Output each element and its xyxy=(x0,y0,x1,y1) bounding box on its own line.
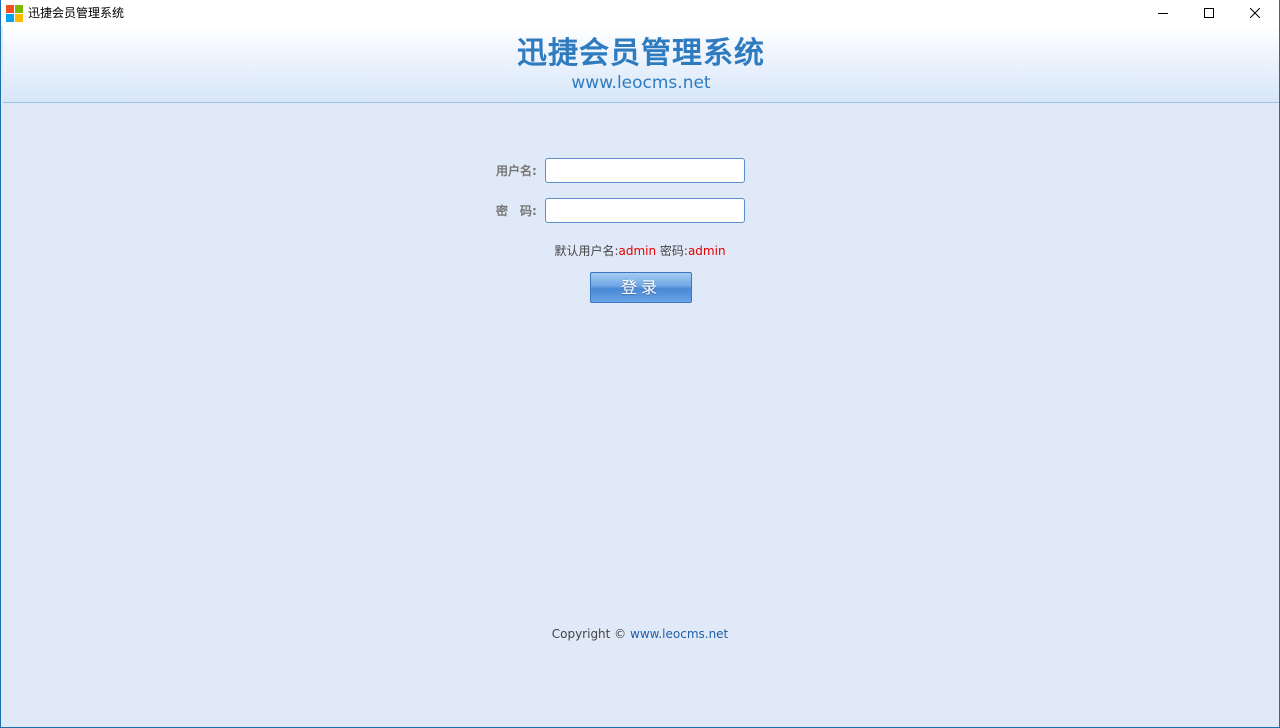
maximize-button[interactable] xyxy=(1186,0,1232,26)
minimize-icon xyxy=(1158,13,1168,14)
hint-password-label: 密码: xyxy=(656,244,688,258)
app-header: 迅捷会员管理系统 www.leocms.net xyxy=(3,26,1279,103)
default-credentials-hint: 默认用户名:admin 密码:admin xyxy=(1,243,1279,259)
window-title: 迅捷会员管理系统 xyxy=(28,6,125,20)
password-label: 密 码: xyxy=(496,204,537,218)
header-title: 迅捷会员管理系统 xyxy=(517,36,765,71)
hint-prefix: 默认用户名: xyxy=(554,244,619,258)
close-icon xyxy=(1250,8,1260,18)
username-label: 用户名: xyxy=(496,164,537,178)
hint-password: admin xyxy=(687,244,726,258)
login-button[interactable]: 登录 xyxy=(590,272,692,303)
app-window: 迅捷会员管理系统 迅捷会员管理系统 www.leocms.net 用户名: 密 … xyxy=(0,0,1280,728)
copyright-link[interactable]: www.leocms.net xyxy=(630,627,728,641)
maximize-icon xyxy=(1204,8,1214,18)
copyright-text: Copyright © xyxy=(551,627,630,641)
title-bar[interactable]: 迅捷会员管理系统 xyxy=(1,0,1279,26)
header-url: www.leocms.net xyxy=(571,73,711,93)
password-input[interactable] xyxy=(545,198,745,223)
username-input[interactable] xyxy=(545,158,745,183)
copyright-footer: Copyright © www.leocms.net xyxy=(1,626,1279,642)
hint-username: admin xyxy=(618,244,657,258)
minimize-button[interactable] xyxy=(1140,0,1186,26)
close-button[interactable] xyxy=(1232,0,1278,26)
windows-logo-icon xyxy=(6,5,23,22)
